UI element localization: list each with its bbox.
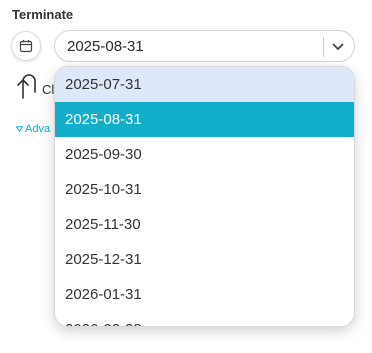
date-select[interactable]: 2025-08-31: [54, 30, 355, 62]
chevron-down-icon[interactable]: [328, 37, 348, 57]
dropdown-option[interactable]: 2025-09-30: [55, 137, 354, 172]
select-separator: [323, 37, 324, 57]
dropdown-option[interactable]: 2025-07-31: [55, 67, 354, 102]
dropdown-option[interactable]: 2025-12-31: [55, 242, 354, 277]
field-label: Terminate: [12, 7, 74, 22]
advanced-toggle[interactable]: Adva: [16, 123, 54, 135]
dropdown-option[interactable]: 2026-02-28: [55, 312, 354, 326]
triangle-down-icon: [16, 126, 23, 132]
back-link-label[interactable]: Cl: [42, 82, 54, 97]
dropdown-option-selected[interactable]: 2025-08-31: [55, 102, 354, 137]
calendar-icon: [19, 40, 33, 53]
advanced-toggle-label: Adva: [25, 123, 51, 135]
dropdown-option[interactable]: 2025-11-30: [55, 207, 354, 242]
date-select-value: 2025-08-31: [67, 38, 144, 55]
dropdown-option[interactable]: 2025-10-31: [55, 172, 354, 207]
calendar-button[interactable]: [11, 31, 41, 61]
back-arrow-icon[interactable]: [15, 72, 41, 100]
dropdown-option[interactable]: 2026-01-31: [55, 277, 354, 312]
date-dropdown-list: 2025-07-31 2025-08-31 2025-09-30 2025-10…: [54, 66, 355, 327]
